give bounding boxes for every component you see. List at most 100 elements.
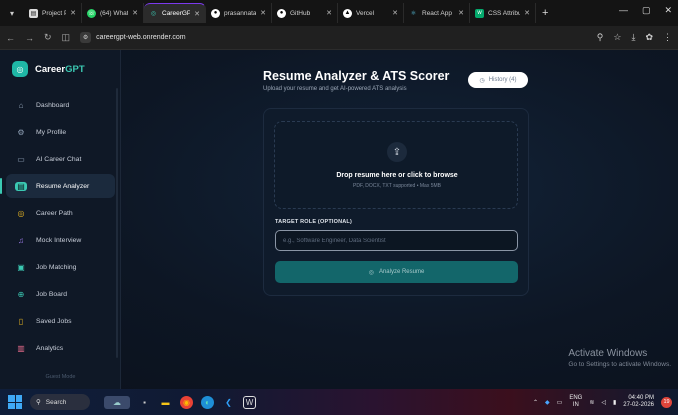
careergpt-logo-icon: ◎ xyxy=(12,61,28,77)
globe-icon: ⊕ xyxy=(17,289,25,299)
guest-mode-label: Guest Mode xyxy=(45,374,76,380)
edge-icon[interactable]: ◐ xyxy=(201,395,214,409)
volume-icon[interactable]: ◁ xyxy=(601,399,606,406)
tab-css-attribute[interactable]: w CSS Attribut ✕ xyxy=(470,3,536,23)
mic-icon: ♫ xyxy=(18,235,24,245)
vercel-icon: ▲ xyxy=(343,8,352,18)
close-window-icon[interactable]: ✕ xyxy=(664,5,672,16)
restore-icon[interactable]: ▢ xyxy=(642,5,651,16)
task-view-icon[interactable]: ▪ xyxy=(138,396,151,409)
sidebar-item-job-matching[interactable]: ▣ Job Matching xyxy=(6,255,115,279)
download-icon[interactable]: ⤓ xyxy=(631,32,635,43)
sidebar-item-resume-analyzer[interactable]: ▤ Resume Analyzer xyxy=(6,174,115,198)
document-icon: ▤ xyxy=(29,8,38,18)
sidebar-item-dashboard[interactable]: ⌂ Dashboard xyxy=(6,93,115,117)
sidebar-item-saved-jobs[interactable]: ▯ Saved Jobs xyxy=(6,309,115,333)
sidebar-item-analytics[interactable]: ▥ Analytics xyxy=(6,336,115,360)
windows-start-icon[interactable] xyxy=(8,395,22,409)
url-field[interactable]: ⚙ careergpt-web.onrender.com xyxy=(80,30,597,46)
gear-icon: ⚙ xyxy=(17,127,25,137)
wifi-icon[interactable]: ≋ xyxy=(589,399,594,406)
system-tray: ⌃ ◆ ▭ ENG IN ≋ ◁ ▮ 04:40 PM 27-02-2026 1… xyxy=(533,389,672,415)
analyze-resume-button[interactable]: ◎ Analyze Resume xyxy=(275,261,518,283)
tray-chevron-icon[interactable]: ⌃ xyxy=(533,399,538,406)
history-button[interactable]: ◷ History (4) xyxy=(468,72,528,88)
careergpt-icon: ◎ xyxy=(150,11,157,17)
target-role-input[interactable] xyxy=(275,230,518,251)
w3schools-icon: w xyxy=(475,8,484,18)
file-explorer-icon[interactable]: ▬ xyxy=(159,396,172,409)
tab-careergpt[interactable]: ◎ CareerGPT ✕ xyxy=(144,3,206,23)
tab-vercel[interactable]: ▲ Vercel ✕ xyxy=(338,3,404,23)
split-view-icon[interactable]: ◫ xyxy=(62,32,71,43)
activate-windows-watermark: Activate Windows Go to Settings to activ… xyxy=(568,348,671,368)
dropzone-title: Drop resume here or click to browse xyxy=(336,172,458,179)
taskbar-search[interactable]: ⚲ Search xyxy=(30,394,90,410)
vscode-icon[interactable]: ❮ xyxy=(222,396,235,409)
zoom-icon[interactable]: ⚲ xyxy=(597,32,604,43)
sidebar-item-job-board[interactable]: ⊕ Job Board xyxy=(6,282,115,306)
bookmark-star-icon[interactable]: ☆ xyxy=(613,32,621,43)
brand[interactable]: ◎ CareerGPT xyxy=(0,50,120,88)
chart-icon: ▥ xyxy=(17,343,25,353)
tab-whatsapp[interactable]: ☏ (64) WhatsApp ✕ xyxy=(82,3,144,23)
chat-icon: ▭ xyxy=(17,154,25,164)
tab-prasannatab[interactable]: ● prasannatab ✕ xyxy=(206,3,272,23)
github-icon: ● xyxy=(211,8,220,18)
tab-github[interactable]: ● GitHub ✕ xyxy=(272,3,338,23)
chrome-icon[interactable]: ◉ xyxy=(180,395,193,409)
clock[interactable]: 04:40 PM 27-02-2026 xyxy=(623,395,654,409)
close-icon[interactable]: ✕ xyxy=(524,9,530,17)
tab-react-app[interactable]: ⚛ React App ✕ xyxy=(404,3,470,23)
bookmark-icon: ▯ xyxy=(18,316,24,326)
upload-icon: ⇪ xyxy=(387,142,407,162)
site-info-icon[interactable]: ⚙ xyxy=(80,32,92,43)
home-icon: ⌂ xyxy=(18,100,24,110)
close-icon[interactable]: ✕ xyxy=(132,9,138,17)
sparkle-icon: ◎ xyxy=(368,269,374,276)
windows-taskbar: ⚲ Search ☁ ▪ ▬ ◉ ◐ ❮ W ⌃ ◆ ▭ ENG IN ≋ ◁ … xyxy=(0,389,678,415)
back-icon[interactable]: ← xyxy=(6,33,15,43)
analyzer-card: ⇪ Drop resume here or click to browse PD… xyxy=(263,108,529,296)
close-icon[interactable]: ✕ xyxy=(392,9,398,17)
taskbar-apps: ☁ ▪ ▬ ◉ ◐ ❮ W xyxy=(104,395,256,409)
resume-dropzone[interactable]: ⇪ Drop resume here or click to browse PD… xyxy=(274,121,518,209)
sidebar-item-mock-interview[interactable]: ♫ Mock Interview xyxy=(6,228,115,252)
address-bar: ← → ↻ ◫ ⚙ careergpt-web.onrender.com ⚲ ☆… xyxy=(0,26,678,50)
tray-app-icon[interactable]: ◆ xyxy=(545,399,550,406)
close-icon[interactable]: ✕ xyxy=(70,9,76,17)
battery-icon[interactable]: ▮ xyxy=(613,399,616,406)
close-icon[interactable]: ✕ xyxy=(260,9,266,17)
target-role-label: TARGET ROLE (OPTIONAL) xyxy=(275,219,353,225)
compass-icon: ◎ xyxy=(17,208,25,218)
careergpt-app: ◎ CareerGPT ⌂ Dashboard ⚙ My Profile ▭ A… xyxy=(0,50,678,389)
language-indicator[interactable]: ENG IN xyxy=(569,395,582,409)
sidebar-item-ai-career-chat[interactable]: ▭ AI Career Chat xyxy=(6,147,115,171)
notification-badge[interactable]: 19 xyxy=(661,396,672,408)
extension-icon[interactable]: ✿ xyxy=(645,32,653,43)
tray-display-icon[interactable]: ▭ xyxy=(557,399,563,406)
tab-project-prep[interactable]: ▤ Project Prep ✕ xyxy=(24,3,82,23)
widgets-icon[interactable]: ☁ xyxy=(104,395,130,409)
close-icon[interactable]: ✕ xyxy=(458,9,464,17)
sidebar-item-my-profile[interactable]: ⚙ My Profile xyxy=(6,120,115,144)
close-icon[interactable]: ✕ xyxy=(194,10,200,18)
reload-icon[interactable]: ↻ xyxy=(44,32,52,43)
clock-icon: ◷ xyxy=(479,77,485,84)
document-icon: ▤ xyxy=(15,181,27,191)
new-tab-icon[interactable]: + xyxy=(542,7,548,19)
close-icon[interactable]: ✕ xyxy=(326,9,332,17)
forward-icon[interactable]: → xyxy=(25,33,34,43)
sidebar-item-career-path[interactable]: ◎ Career Path xyxy=(6,201,115,225)
minimize-icon[interactable]: — xyxy=(619,5,628,16)
search-icon: ⚲ xyxy=(36,399,41,406)
brand-name: CareerGPT xyxy=(35,63,85,75)
react-icon: ⚛ xyxy=(410,10,417,17)
dropzone-subtitle: PDF, DOCX, TXT supported • Max 5MB xyxy=(353,183,441,189)
screen: ▾ ▤ Project Prep ✕ ☏ (64) WhatsApp ✕ ◎ C… xyxy=(0,0,678,415)
tab-actions-icon[interactable]: ▾ xyxy=(4,5,20,21)
sidebar-nav: ⌂ Dashboard ⚙ My Profile ▭ AI Career Cha… xyxy=(0,93,121,363)
sidebar-item-resume-analyzer-wrap: ▤ Resume Analyzer xyxy=(0,174,121,198)
menu-icon[interactable]: ⋮ xyxy=(663,32,672,43)
whiteboard-icon[interactable]: W xyxy=(243,395,256,409)
